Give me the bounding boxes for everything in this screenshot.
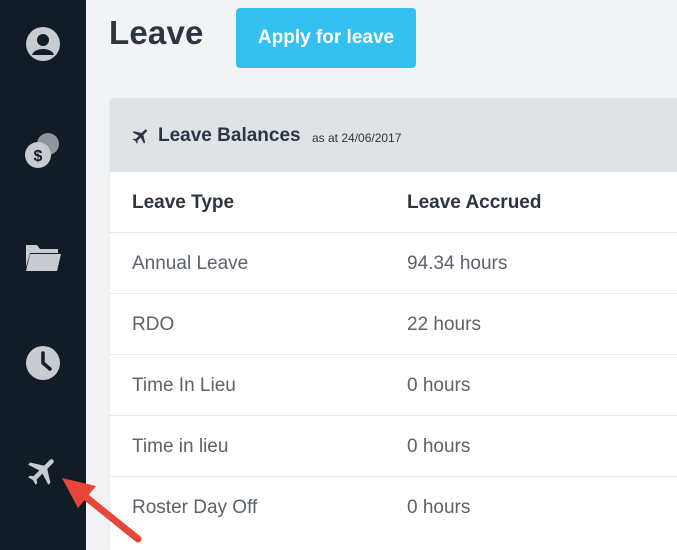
sidebar-item-timesheets[interactable]: [0, 323, 86, 403]
as-at-date: as at 24/06/2017: [312, 131, 402, 145]
leave-type-cell: Time in lieu: [132, 436, 229, 457]
table-row: Time In Lieu 0 hours: [110, 355, 677, 416]
page-title: Leave: [109, 14, 204, 51]
apply-for-leave-button[interactable]: Apply for leave: [236, 8, 416, 68]
sidebar-item-pay[interactable]: $: [0, 111, 86, 191]
card-header: Leave Balances as at 24/06/2017: [110, 98, 677, 172]
leave-accrued-cell: 0 hours: [407, 375, 471, 396]
leave-type-cell: Roster Day Off: [132, 497, 258, 518]
column-header-leave-type: Leave Type: [132, 192, 235, 213]
airplane-icon: [131, 126, 151, 151]
table-row: Time in lieu 0 hours: [110, 416, 677, 477]
leave-type-cell: RDO: [132, 314, 175, 335]
user-icon: [26, 27, 60, 61]
leave-type-cell: Annual Leave: [132, 253, 249, 274]
table-header: Leave Type Leave Accrued: [110, 172, 677, 233]
column-header-leave-accrued: Leave Accrued: [407, 192, 542, 213]
airplane-icon: [28, 459, 54, 485]
table-row: Roster Day Off 0 hours: [110, 477, 677, 537]
leave-accrued-cell: 22 hours: [407, 314, 481, 335]
leave-accrued-cell: 94.34 hours: [407, 253, 508, 274]
sidebar-item-profile[interactable]: [0, 4, 86, 84]
sidebar-item-leave[interactable]: [0, 431, 86, 511]
leave-balances-card: Leave Balances as at 24/06/2017 Leave Ty…: [110, 98, 677, 550]
main-content: Leave Apply for leave Leave Balances as …: [86, 0, 677, 550]
table-row: Annual Leave 94.34 hours: [110, 233, 677, 294]
leave-accrued-cell: 0 hours: [407, 436, 471, 457]
card-title: Leave Balances: [158, 125, 301, 146]
leave-accrued-cell: 0 hours: [407, 497, 471, 518]
svg-text:$: $: [34, 148, 43, 165]
folder-icon: [26, 245, 61, 271]
sidebar-item-documents[interactable]: [0, 217, 86, 297]
leave-type-cell: Time In Lieu: [132, 375, 236, 396]
sidebar: $: [0, 0, 86, 550]
coins-icon: $: [25, 133, 59, 168]
clock-icon: [26, 346, 60, 380]
table-row: RDO 22 hours: [110, 294, 677, 355]
